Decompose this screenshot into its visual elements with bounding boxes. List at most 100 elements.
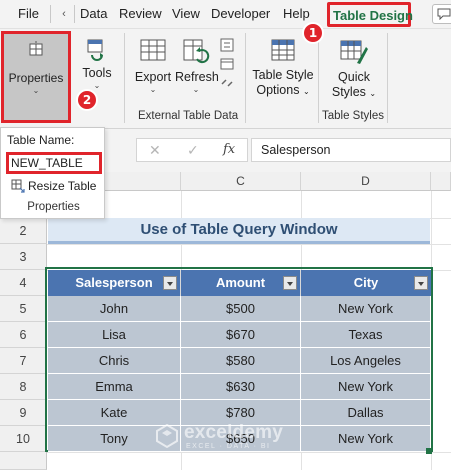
scroll-left-icon[interactable]: ‹ [57,3,71,25]
table-header-amount[interactable]: Amount [181,270,301,296]
quick-styles-icon [340,40,368,64]
table-name-input[interactable] [9,155,99,171]
properties-icon [29,41,43,56]
quick-styles-label-line2: Styles ⌄ [331,85,377,99]
table-cell[interactable]: New York [301,374,431,400]
row-header-3[interactable]: 3 [0,244,47,270]
row-header-9[interactable]: 9 [0,400,47,426]
external-table-data-group-label: External Table Data [138,110,239,122]
table-style-options-label-line2: Options ⌄ [256,83,310,97]
comment-icon [437,8,451,20]
filter-dropdown-icon[interactable] [163,276,177,290]
menu-divider [74,5,75,23]
table-cell[interactable]: $650 [181,426,301,452]
sheet-title[interactable]: Use of Table Query Window [48,218,430,244]
table-cell[interactable]: $500 [181,296,301,322]
row-header-7[interactable]: 7 [0,348,47,374]
refresh-button[interactable]: Refresh ⌄ [175,37,219,94]
properties-small-icon[interactable] [219,37,235,53]
column-header-e[interactable] [431,172,451,191]
table-cell[interactable]: $670 [181,322,301,348]
resize-table-label: Resize Table [28,179,97,193]
insert-function-icon[interactable]: fx [223,142,235,157]
ribbon-divider [387,33,388,123]
cancel-icon[interactable]: ✕ [149,142,161,159]
table-cell[interactable]: $630 [181,374,301,400]
row-header-6[interactable]: 6 [0,322,47,348]
filter-dropdown-icon[interactable] [283,276,297,290]
resize-table-icon [11,179,25,193]
table-resize-handle[interactable] [426,448,432,454]
open-in-browser-icon[interactable] [219,56,235,72]
tab-data[interactable]: Data [80,6,107,21]
table-style-options-icon [271,39,295,61]
table-cell[interactable]: New York [301,296,431,322]
ribbon-divider [124,33,125,123]
table-style-options-button[interactable]: Table Style Options ⌄ [252,37,314,99]
table-cell[interactable]: Los Angeles [301,348,431,374]
tab-help[interactable]: Help [283,6,310,21]
column-header-d[interactable]: D [301,172,431,191]
table-cell[interactable]: Dallas [301,400,431,426]
quick-styles-button[interactable]: Quick Styles ⌄ [326,37,382,101]
table-header-label: Salesperson [75,275,153,290]
filter-dropdown-icon[interactable] [414,276,428,290]
tools-button[interactable]: Tools ⌄ [78,37,116,90]
row-header-11[interactable] [0,452,47,470]
step-badge-2: 2 [76,89,98,111]
table-styles-group-label: Table Styles [322,110,385,122]
table-cell[interactable]: $780 [181,400,301,426]
properties-button-inner: Properties ⌄ [4,34,68,120]
resize-table-button[interactable]: Resize Table [11,179,96,197]
chevron-down-icon: ⌄ [192,85,200,94]
step-badge-1: 1 [302,22,324,44]
gridline [47,244,451,245]
menu-divider [50,5,51,23]
properties-group-label: Properties [27,201,80,213]
table-header-city[interactable]: City [301,270,431,296]
formula-bar-buttons: ✕ ✓ fx [136,138,248,162]
unlink-icon[interactable] [219,75,235,91]
table-cell[interactable]: New York [301,426,431,452]
comments-button[interactable] [432,4,451,24]
tab-review[interactable]: Review [119,6,162,21]
table-cell[interactable]: John [48,296,181,322]
tab-developer[interactable]: Developer [211,6,270,21]
gridline [47,452,451,453]
export-table-icon [140,39,166,61]
tab-view[interactable]: View [172,6,200,21]
row-header-10[interactable]: 10 [0,426,47,452]
row-header-2[interactable]: 2 [0,218,47,244]
table-header-label: City [353,275,379,290]
column-header-c[interactable]: C [181,172,301,191]
table-cell[interactable]: Texas [301,322,431,348]
table-header-label: Amount [215,275,266,290]
refresh-label: Refresh [175,70,219,84]
row-header-5[interactable]: 5 [0,296,47,322]
table-name-label: Table Name: [7,133,75,147]
tools-label: Tools [82,66,112,80]
table-cell[interactable]: Kate [48,400,181,426]
export-button[interactable]: Export ⌄ [132,37,174,94]
table-header-salesperson[interactable]: Salesperson [48,270,181,296]
row-header-8[interactable]: 8 [0,374,47,400]
table-style-options-label-line1: Table Style [252,68,314,82]
table-cell[interactable]: Chris [48,348,181,374]
table-name-field-highlight [6,152,102,174]
table-cell[interactable]: $580 [181,348,301,374]
formula-input[interactable]: Salesperson [251,138,451,162]
ribbon-divider [245,33,246,123]
refresh-icon [183,39,210,64]
table-cell[interactable]: Emma [48,374,181,400]
tab-table-design-label: Table Design [333,8,413,23]
table-cell[interactable]: Lisa [48,322,181,348]
row-header-4[interactable]: 4 [0,270,47,296]
enter-icon[interactable]: ✓ [187,142,199,159]
table-cell[interactable]: Tony [48,426,181,452]
tools-icon [87,39,103,61]
tab-table-design[interactable]: Table Design [327,2,413,27]
export-label: Export [134,70,172,84]
properties-label: Properties [8,71,64,85]
properties-button[interactable]: Properties ⌄ [1,31,71,123]
tab-file[interactable]: File [18,6,39,21]
